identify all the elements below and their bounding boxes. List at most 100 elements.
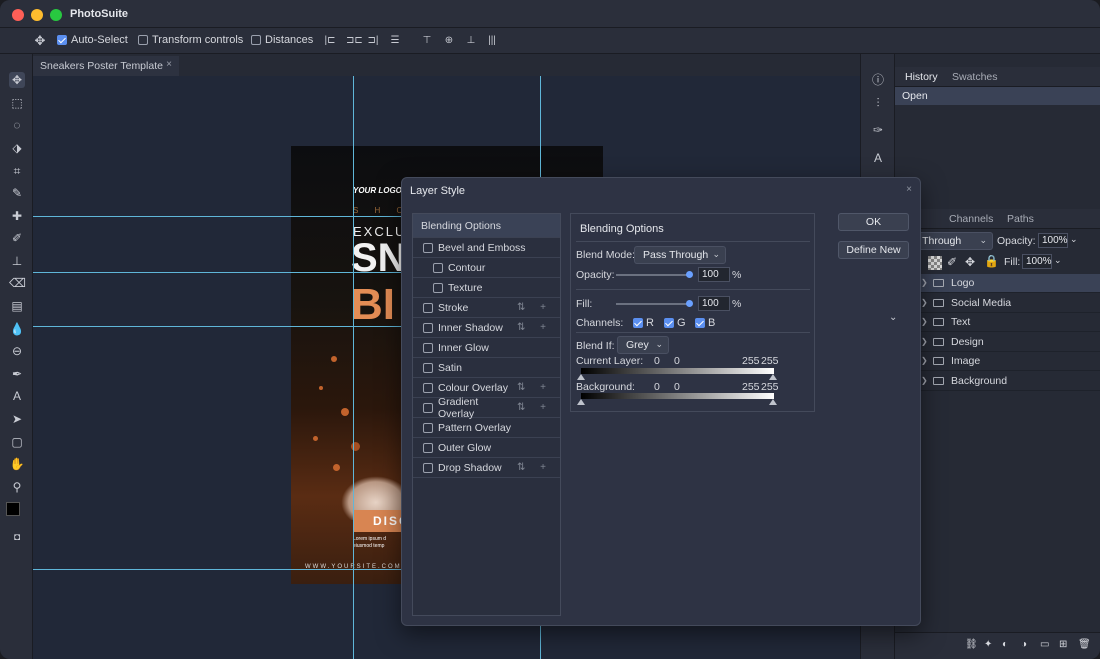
fx-icon[interactable]: ✦ (984, 639, 992, 650)
style-checkbox[interactable] (423, 362, 433, 373)
distances-option[interactable]: Distances (251, 34, 313, 46)
channel-g[interactable]: G (664, 317, 686, 329)
info-icon[interactable]: ⓘ (870, 72, 886, 88)
transform-controls-option[interactable]: Transform controls (138, 34, 243, 46)
layer-row[interactable]: ❯ Background (895, 372, 1100, 391)
zoom-icon[interactable]: ⚲ (9, 479, 25, 495)
channel-b-checkbox[interactable] (695, 318, 705, 328)
close-icon[interactable]: × (906, 184, 912, 195)
opacity-input[interactable]: 100 (698, 267, 730, 282)
style-item-actions[interactable]: ⇅ + (517, 322, 552, 333)
layer-row[interactable]: ❯ Social Media (895, 294, 1100, 313)
document-tab[interactable]: Sneakers Poster Template × (33, 56, 179, 76)
lock-position-icon[interactable]: ✥ (965, 255, 975, 269)
style-checkbox[interactable] (423, 302, 433, 313)
chevron-right-icon[interactable]: ❯ (921, 337, 928, 346)
channel-r[interactable]: R (633, 317, 654, 329)
style-checkbox[interactable] (433, 282, 443, 293)
style-item[interactable]: Outer Glow (413, 438, 560, 458)
quick-mask-icon[interactable]: ◘ (9, 530, 25, 546)
move-tool-icon[interactable]: ✥ (9, 72, 25, 88)
chevron-down-icon[interactable]: ⌄ (1054, 255, 1062, 266)
align-bottom-icon[interactable]: ⊥ (465, 35, 477, 47)
stamp-icon[interactable]: ⊥ (9, 253, 25, 269)
opacity-slider-knob[interactable] (686, 271, 693, 278)
chevron-right-icon[interactable]: ❯ (921, 317, 928, 326)
channel-b[interactable]: B (695, 317, 715, 329)
layer-row[interactable]: ❯ Logo (895, 274, 1100, 293)
blend-mode-select[interactable]: Pass Through ⌄ (634, 246, 726, 264)
lock-pixels-icon[interactable]: ✐ (947, 255, 957, 269)
channel-g-checkbox[interactable] (664, 318, 674, 328)
layer-fill-input[interactable]: 100% (1022, 254, 1052, 269)
zoom-window-button[interactable] (50, 9, 62, 21)
ok-button[interactable]: OK (838, 213, 909, 231)
blend-if-select[interactable]: Grey ⌄ (617, 336, 669, 354)
history-item[interactable]: Open (895, 87, 1100, 105)
path-select-icon[interactable]: ➤ (9, 411, 25, 427)
tab-history[interactable]: History (905, 71, 938, 83)
magic-select-icon[interactable]: ⬗ (9, 140, 25, 156)
layer-row[interactable]: ❯ Image (895, 352, 1100, 372)
style-item[interactable]: Contour (413, 258, 560, 278)
move-icon[interactable]: ✥ (34, 34, 46, 47)
style-item[interactable]: Inner Shadow ⇅ + (413, 318, 560, 338)
eyedropper-icon[interactable]: ✎ (9, 185, 25, 201)
tab-paths[interactable]: Paths (1007, 213, 1034, 225)
fill-slider-knob[interactable] (686, 300, 693, 307)
define-new-button[interactable]: Define New (838, 241, 909, 259)
style-checkbox[interactable] (423, 342, 433, 353)
character-icon[interactable]: A (870, 150, 886, 166)
close-tab-icon[interactable]: × (166, 59, 172, 70)
style-item[interactable]: Inner Glow (413, 338, 560, 358)
style-item[interactable]: Texture (413, 278, 560, 298)
style-item[interactable]: Stroke ⇅ + (413, 298, 560, 318)
new-group-icon[interactable]: ▭ (1040, 639, 1049, 650)
type-icon[interactable]: A (9, 388, 25, 404)
align-hcenter-icon[interactable]: ⊐⊏ (346, 35, 363, 47)
blending-options-item[interactable]: Blending Options (413, 214, 560, 238)
trash-icon[interactable]: 🗑 (1078, 639, 1091, 650)
chevron-right-icon[interactable]: ❯ (921, 356, 928, 365)
fill-slider[interactable] (616, 303, 690, 305)
style-item-actions[interactable]: ⇅ + (517, 302, 552, 313)
style-item[interactable]: Bevel and Emboss (413, 238, 560, 258)
mask-icon[interactable]: ◐ (1002, 639, 1008, 650)
tab-swatches[interactable]: Swatches (952, 71, 998, 83)
foreground-color-swatch[interactable] (6, 502, 20, 516)
layer-row[interactable]: ❯ Design (895, 333, 1100, 352)
adjustment-layer-icon[interactable]: ◑ (1021, 639, 1027, 650)
lasso-icon[interactable]: ◌ (9, 117, 25, 133)
background-white-handle[interactable] (769, 399, 777, 405)
style-checkbox[interactable] (423, 422, 433, 433)
guide-vertical[interactable] (353, 76, 354, 659)
style-item-actions[interactable]: ⇅ + (517, 462, 552, 473)
adjustments-icon[interactable]: ⫶ (870, 95, 886, 111)
gradient-icon[interactable]: ▤ (9, 298, 25, 314)
chevron-right-icon[interactable]: ❯ (921, 278, 928, 287)
current-layer-black-handle[interactable] (577, 374, 585, 380)
brush-icon[interactable]: ✐ (9, 230, 25, 246)
dodge-icon[interactable]: ⊖ (9, 343, 25, 359)
transform-controls-checkbox[interactable] (138, 35, 148, 45)
pen-icon[interactable]: ✒ (9, 366, 25, 382)
channel-r-checkbox[interactable] (633, 318, 643, 328)
style-checkbox[interactable] (423, 462, 433, 473)
style-checkbox[interactable] (423, 442, 433, 453)
style-item[interactable]: Pattern Overlay (413, 418, 560, 438)
chevron-down-icon[interactable]: ⌄ (1070, 234, 1078, 245)
style-checkbox[interactable] (423, 242, 433, 253)
distribute-h-icon[interactable]: ||| (486, 35, 498, 47)
rectangle-icon[interactable]: ▢ (9, 434, 25, 450)
style-item[interactable]: Gradient Overlay ⇅ + (413, 396, 560, 420)
crop-icon[interactable]: ⌗ (9, 163, 25, 179)
style-item[interactable]: Drop Shadow ⇅ + (413, 458, 560, 478)
style-item-actions[interactable]: ⇅ + (517, 402, 552, 413)
chevron-right-icon[interactable]: ❯ (921, 376, 928, 385)
minimize-window-button[interactable] (31, 9, 43, 21)
align-left-icon[interactable]: |⊏ (324, 35, 336, 47)
fill-input[interactable]: 100 (698, 296, 730, 311)
auto-select-checkbox[interactable] (57, 35, 67, 45)
style-item[interactable]: Satin (413, 358, 560, 378)
current-layer-white-handle[interactable] (769, 374, 777, 380)
